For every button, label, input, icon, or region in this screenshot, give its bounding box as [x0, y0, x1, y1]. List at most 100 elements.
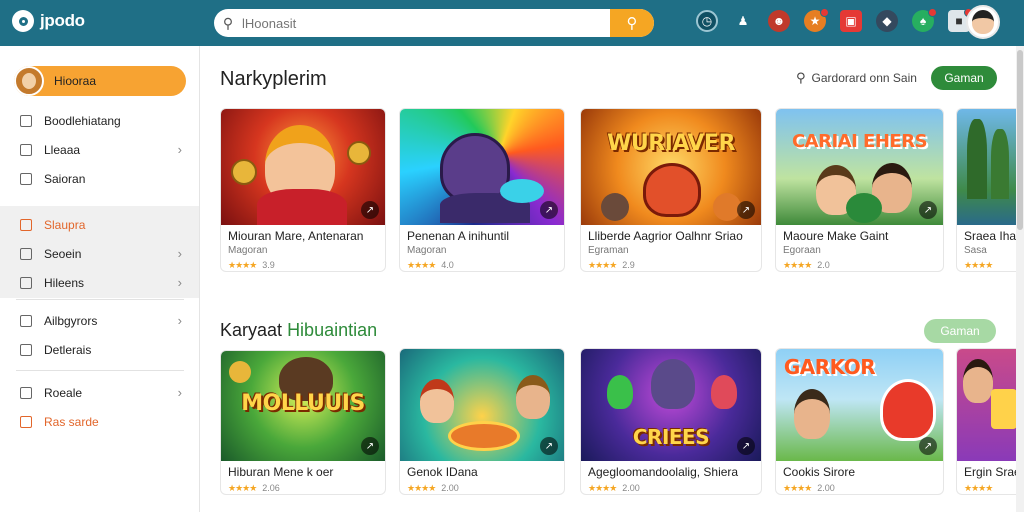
profile-pill[interactable]: Hiooraa: [14, 66, 186, 96]
filter-control[interactable]: ⚲ Gardorard onn Sain: [796, 70, 917, 86]
controller-icon[interactable]: ◆: [876, 10, 898, 32]
section1-action-button[interactable]: Gaman: [931, 66, 997, 90]
section2-action-button[interactable]: Gaman: [924, 319, 996, 343]
folder-icon: [20, 143, 32, 156]
settings-icon: [20, 386, 32, 399]
logout-icon: [20, 415, 32, 428]
thumbnail-title: MOLLUUIS: [241, 391, 365, 416]
thumbnail-title: CARIAI EHERS: [791, 131, 928, 152]
game-thumbnail: ↗: [400, 349, 564, 461]
sidebar-group-3: Ailbgyrors › Detlerais: [0, 306, 200, 364]
filter-label: Gardorard onn Sain: [811, 71, 917, 85]
expand-icon: ↗: [540, 201, 558, 219]
store-icon: [20, 218, 32, 231]
sidebar-item-slaupra[interactable]: Slaupra: [0, 210, 200, 239]
chevron-right-icon: ›: [177, 385, 182, 400]
game-title: Agegloomandoolalig, Shiera: [588, 465, 739, 479]
search-input[interactable]: [242, 15, 610, 31]
game-rating: ★★★★ 2.00: [407, 483, 459, 493]
sidebar-item-saioran[interactable]: Saioran: [0, 164, 200, 193]
game-character-icon[interactable]: ☻: [768, 10, 790, 32]
search-button[interactable]: ⚲: [610, 9, 654, 37]
top-bar: jpodo ⚲ ⚲ ◷ ♟ ☻ ★ ▣ ◆ ♠ ■: [0, 0, 1024, 46]
section2-title-main: Karyaat: [220, 320, 283, 340]
profile-name: Hiooraa: [54, 74, 97, 88]
top-icons: ◷ ♟ ☻ ★ ▣ ◆ ♠ ■: [696, 8, 973, 32]
game-card[interactable]: ↗ Miouran Mare, Antenaran Magoran ★★★★ 3.…: [220, 108, 386, 272]
game-rating: ★★★★ 2.06: [228, 483, 280, 493]
search-bar: ⚲ ⚲: [214, 9, 654, 37]
sidebar-item-label: Detlerais: [44, 342, 92, 357]
expand-icon: ↗: [361, 437, 379, 455]
game-subtitle: Magoran: [407, 245, 447, 256]
user-avatar[interactable]: [966, 5, 1000, 39]
vertical-scrollbar[interactable]: [1016, 46, 1024, 512]
game-card[interactable]: CRIEES ↗ Agegloomandoolalig, Shiera ★★★★…: [580, 348, 762, 495]
sidebar-item-label: Hileens: [44, 275, 85, 290]
game-card[interactable]: Ergin Sraea ★★★★: [956, 348, 1016, 495]
friends-icon[interactable]: ♠: [912, 8, 937, 32]
scrollbar-thumb[interactable]: [1017, 50, 1023, 230]
game-thumbnail: ↗: [400, 109, 564, 225]
gift-icon[interactable]: ▣: [840, 10, 862, 32]
game-thumbnail: GARKOR ↗: [776, 349, 943, 461]
logo-text: jpodo: [40, 11, 85, 30]
sidebar-item-label: Slaupra: [44, 217, 86, 232]
section2-title-highlight: Hibuaintian: [287, 320, 378, 340]
section2-title: Karyaat Hibuaintian: [220, 320, 377, 341]
sidebar-item-hileens[interactable]: Hileens ›: [0, 268, 200, 297]
game-card[interactable]: MOLLUUIS ↗ Hiburan Mene k oer ★★★★ 2.06: [220, 350, 386, 495]
sidebar-item-lleaaa[interactable]: Lleaaa ›: [0, 135, 200, 164]
sidebar-item-roeale[interactable]: Roeale ›: [0, 378, 200, 407]
sidebar-item-label: Lleaaa: [44, 142, 81, 157]
game-subtitle: Magoran: [228, 245, 268, 256]
game-title: Penenan A inihuntil: [407, 229, 510, 243]
grid-icon: [20, 247, 32, 260]
sidebar-group-2: Slaupra Seoein › Hileens ›: [0, 210, 200, 297]
thumbnail-title: WURIAVER: [607, 131, 735, 156]
game-rating: ★★★★ 2.00: [783, 483, 835, 493]
sidebar-item-label: Seoein: [44, 246, 82, 261]
search-submit-icon: ⚲: [626, 15, 638, 32]
game-card[interactable]: Sraea Ihai Sasa ★★★★: [956, 108, 1016, 272]
profile-avatar: [14, 66, 44, 96]
sidebar-item-ras-sarde[interactable]: Ras sarde: [0, 407, 200, 436]
game-rating: ★★★★ 4.0: [407, 260, 454, 270]
game-thumbnail: ↗: [221, 109, 385, 225]
game-thumbnail: [957, 349, 1016, 461]
sidebar-divider: [16, 299, 184, 300]
game-title: Lliberde Aagrior Oalhnr Sriao: [588, 229, 743, 243]
expand-icon: ↗: [919, 437, 937, 455]
sidebar-item-detlerais[interactable]: Detlerais: [0, 335, 200, 364]
game-card[interactable]: WURIAVER ↗ Lliberde Aagrior Oalhnr Sriao…: [580, 108, 762, 272]
expand-icon: ↗: [737, 201, 755, 219]
game-title: Hiburan Mene k oer: [228, 465, 334, 479]
calendar-icon: [20, 343, 32, 356]
chevron-right-icon: ›: [177, 142, 182, 157]
sidebar-group-1: Boodlehiatang Lleaaa › Saioran: [0, 106, 200, 193]
thumbnail-title: GARKOR: [783, 355, 876, 379]
game-title: Cookis Sirore: [783, 465, 856, 479]
sidebar-item-label: Roeale: [44, 385, 83, 400]
game-card[interactable]: ↗ Genok IDana ★★★★ 2.00: [399, 348, 565, 495]
chevron-right-icon: ›: [177, 246, 182, 261]
expand-icon: ↗: [737, 437, 755, 455]
sidebar-item-ailbgyrors[interactable]: Ailbgyrors ›: [0, 306, 200, 335]
chevron-right-icon: ›: [177, 275, 182, 290]
game-rating: ★★★★: [964, 483, 993, 493]
user-icon[interactable]: ♟: [732, 10, 754, 32]
sidebar-group-4: Roeale › Ras sarde: [0, 378, 200, 436]
sidebar-item-boodlehiatang[interactable]: Boodlehiatang: [0, 106, 200, 135]
app-logo[interactable]: jpodo: [12, 10, 85, 32]
game-card[interactable]: CARIAI EHERS ↗ Maoure Make Gaint Egoraan…: [775, 108, 944, 272]
sidebar-item-seoein[interactable]: Seoein ›: [0, 239, 200, 268]
expand-icon: ↗: [919, 201, 937, 219]
clock-icon[interactable]: ◷: [696, 10, 718, 32]
sidebar: Hiooraa Boodlehiatang Lleaaa › Saioran S…: [0, 46, 200, 512]
search-filter-icon: ⚲: [796, 70, 806, 85]
trophy-icon[interactable]: ★: [804, 8, 829, 32]
game-card[interactable]: GARKOR ↗ Cookis Sirore ★★★★ 2.00: [775, 348, 944, 495]
game-subtitle: Egoraan: [783, 245, 821, 256]
game-card[interactable]: ↗ Penenan A inihuntil Magoran ★★★★ 4.0: [399, 108, 565, 272]
game-title: Maoure Make Gaint: [783, 229, 889, 243]
